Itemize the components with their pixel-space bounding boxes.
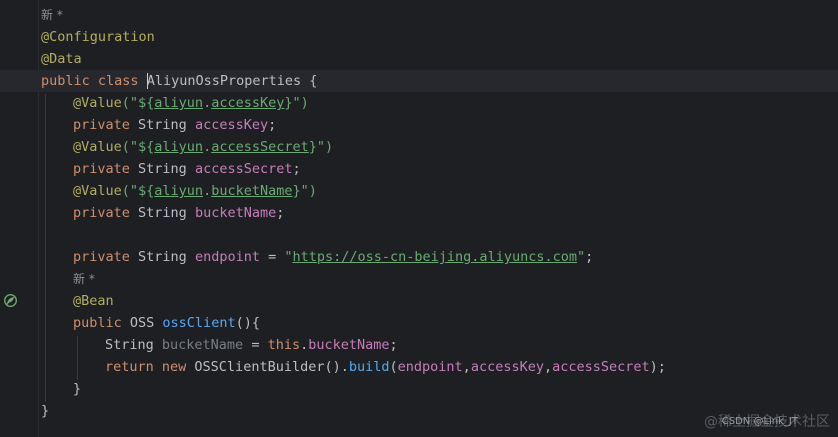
code-line: }	[0, 378, 838, 400]
data-annotation: @Data	[41, 51, 82, 67]
operator: =	[243, 337, 268, 353]
value-annotation: @Value	[73, 183, 122, 199]
keyword: private	[73, 117, 130, 133]
code-line: @Data	[0, 48, 838, 70]
method-call: build	[348, 359, 390, 375]
closing-brace: }	[73, 381, 82, 397]
string: }")	[284, 95, 309, 111]
property-key[interactable]: bucketName	[211, 183, 292, 199]
punctuation: ;	[292, 161, 301, 177]
punctuation: .	[300, 337, 309, 353]
value-annotation: @Value	[73, 139, 122, 155]
operator: =	[259, 249, 285, 265]
punctuation: (	[389, 359, 398, 375]
csdn-watermark: CSDN @Link_JT	[721, 416, 798, 427]
type: String	[129, 205, 195, 221]
field-reference: bucketName	[308, 337, 390, 353]
author-hint[interactable]: 新 *	[73, 268, 95, 290]
punctuation: ;	[585, 249, 594, 265]
property-key[interactable]: accessKey	[211, 95, 284, 111]
class-name: AliyunOssProperties	[146, 73, 302, 89]
punctuation: ().	[324, 359, 349, 375]
code-line: 新 *	[0, 268, 838, 290]
string: .	[203, 139, 212, 155]
code-line: String bucketName = this.bucketName;	[0, 334, 838, 356]
property-key[interactable]: aliyun	[154, 139, 203, 155]
brace: {	[301, 73, 318, 89]
string: ("${	[121, 183, 155, 199]
endpoint-url-link[interactable]: https://oss-cn-beijing.aliyuncs.com	[293, 249, 577, 265]
class-reference: OSSClientBuilder	[194, 359, 325, 375]
closing-brace: }	[41, 403, 50, 419]
field-reference: accessKey	[470, 359, 544, 375]
punctuation: (){	[235, 315, 260, 331]
code-line: return new OSSClientBuilder().build(endp…	[0, 356, 838, 378]
field-name: endpoint	[194, 249, 260, 265]
type: OSS	[121, 315, 163, 331]
code-line: @Value("${aliyun.bucketName}")	[0, 180, 838, 202]
punctuation: );	[649, 359, 666, 375]
code-line-current: public class AliyunOssProperties {	[0, 70, 838, 92]
code-line: @Bean	[0, 290, 838, 312]
keyword: this	[267, 337, 301, 353]
type: String	[129, 117, 195, 133]
string: .	[203, 95, 212, 111]
keyword: new	[153, 359, 195, 375]
punctuation: ,	[543, 359, 553, 375]
punctuation: ;	[268, 117, 277, 133]
code-line: private String accessSecret;	[0, 158, 838, 180]
code-line: 新 *	[0, 4, 838, 26]
method-name: ossClient	[162, 315, 236, 331]
local-variable: bucketName	[161, 337, 244, 353]
code-line: private String bucketName;	[0, 202, 838, 224]
keyword: private	[73, 205, 130, 221]
code-line: @Value("${aliyun.accessKey}")	[0, 92, 838, 114]
string: }")	[308, 139, 334, 155]
string: "	[284, 249, 293, 265]
field-reference: accessSecret	[552, 359, 650, 375]
type: String	[105, 337, 162, 353]
property-key[interactable]: accessSecret	[211, 139, 309, 155]
code-line: private String endpoint = "https://oss-c…	[0, 246, 838, 268]
value-annotation: @Value	[73, 95, 122, 111]
punctuation: ;	[276, 205, 285, 221]
property-key[interactable]: aliyun	[154, 95, 203, 111]
field-name: bucketName	[194, 205, 277, 221]
author-hint[interactable]: 新 *	[41, 4, 63, 26]
field-reference: endpoint	[397, 359, 463, 375]
string: ("${	[121, 95, 155, 111]
code-lines: 新 * @Configuration @Data public class Al…	[0, 4, 838, 422]
keyword: private	[73, 161, 130, 177]
string: ("${	[121, 139, 155, 155]
code-line: private String accessKey;	[0, 114, 838, 136]
code-line: public OSS ossClient(){	[0, 312, 838, 334]
keyword: public	[73, 315, 122, 331]
code-line: @Configuration	[0, 26, 838, 48]
code-line: @Value("${aliyun.accessSecret}")	[0, 136, 838, 158]
field-name: accessSecret	[194, 161, 293, 177]
bean-annotation: @Bean	[73, 293, 114, 309]
keyword: class	[97, 73, 139, 89]
type: String	[129, 249, 195, 265]
string: .	[203, 183, 212, 199]
string: "	[576, 249, 586, 265]
spring-bean-icon[interactable]	[3, 293, 18, 308]
type: String	[129, 161, 195, 177]
string: }")	[292, 183, 317, 199]
keyword: private	[73, 249, 130, 265]
punctuation: ,	[462, 359, 471, 375]
property-key[interactable]: aliyun	[154, 183, 203, 199]
configuration-annotation: @Configuration	[41, 29, 155, 45]
field-name: accessKey	[194, 117, 269, 133]
keyword: public	[41, 73, 90, 89]
code-editor[interactable]: 新 * @Configuration @Data public class Al…	[0, 0, 838, 437]
punctuation: ;	[389, 337, 398, 353]
keyword: return	[105, 359, 154, 375]
